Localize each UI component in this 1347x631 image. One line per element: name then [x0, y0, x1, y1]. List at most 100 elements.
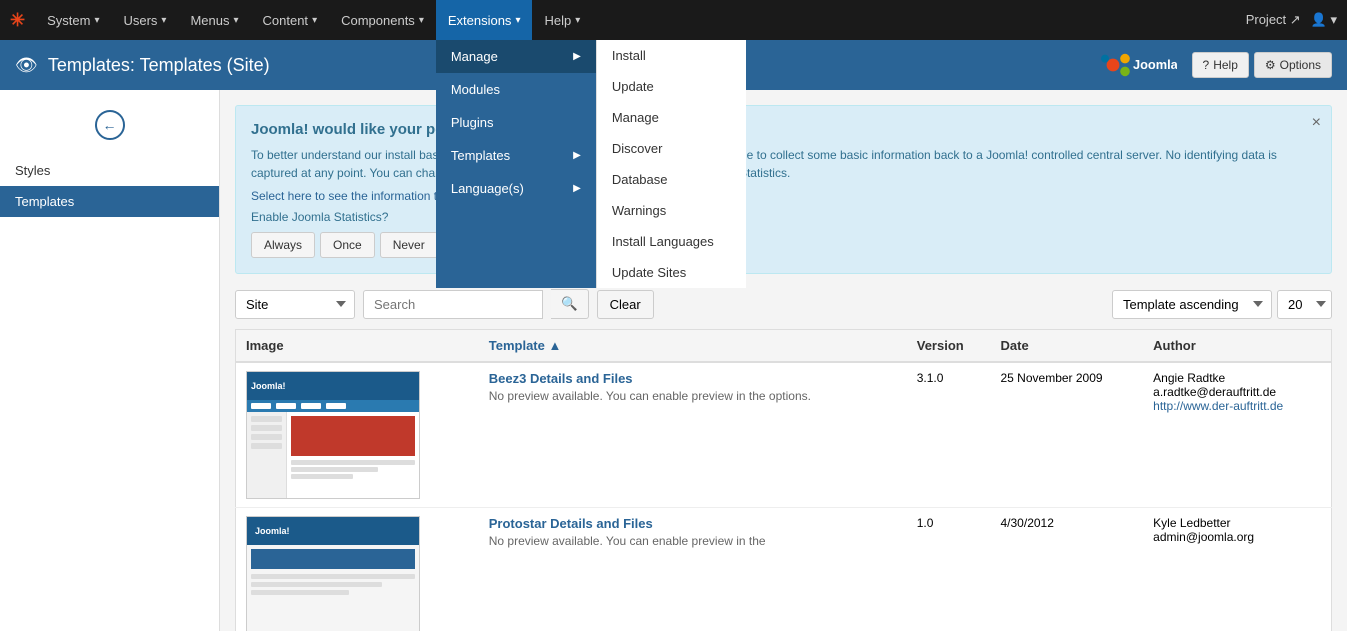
nav-users[interactable]: Users ▾ [111, 0, 178, 40]
extensions-submenu-manage: Install Update Manage Discover Database … [596, 40, 746, 288]
template-sort-link[interactable]: Template ▲ [489, 338, 562, 353]
extensions-dropdown: Manage ▶ Modules Plugins [436, 40, 746, 288]
caret-icon: ▾ [94, 15, 99, 26]
search-input[interactable] [363, 290, 543, 319]
nav-extensions-link[interactable]: Extensions ▾ [436, 0, 533, 40]
extensions-menu-languages[interactable]: Language(s) ▶ [436, 172, 596, 205]
protostar-author-cell: Kyle Ledbetter admin@joomla.org [1143, 508, 1331, 631]
col-template[interactable]: Template ▲ [479, 330, 907, 363]
protostar-author-name: Kyle Ledbetter [1153, 516, 1321, 530]
nav-system-link[interactable]: System ▾ [35, 0, 111, 40]
submenu-install-link[interactable]: Install [597, 40, 746, 71]
sidebar-item-styles[interactable]: Styles [0, 155, 219, 186]
sidebar: ← Styles Templates [0, 90, 220, 631]
table-body: Joomla! [236, 362, 1332, 631]
protostar-link[interactable]: Protostar Details and Files [489, 516, 653, 531]
header-right-area: Joomla! ? Help ⚙ Options [1097, 49, 1333, 81]
submenu-manage[interactable]: Manage [597, 102, 746, 133]
stats-notification: × Joomla! would like your permission to … [235, 105, 1332, 274]
caret-icon: ▾ [419, 15, 424, 26]
caret-icon: ▾ [233, 15, 238, 26]
extensions-menu-plugins[interactable]: Plugins [436, 106, 596, 139]
question-icon: ? [1203, 58, 1210, 72]
submenu-database[interactable]: Database [597, 164, 746, 195]
joomla-small-logo: ✳ [10, 10, 25, 31]
page-size-select[interactable]: 20 10 50 100 [1277, 290, 1332, 319]
extensions-modules-link[interactable]: Modules [436, 73, 596, 106]
options-button[interactable]: ⚙ Options [1254, 52, 1332, 78]
extensions-menu-modules[interactable]: Modules [436, 73, 596, 106]
search-button[interactable]: 🔍 [551, 289, 589, 319]
beez3-author-cell: Angie Radtke a.radtke@derauftritt.de htt… [1143, 362, 1331, 508]
always-button[interactable]: Always [251, 232, 315, 258]
beez3-author-email: a.radtke@derauftritt.de [1153, 385, 1321, 399]
nav-system[interactable]: System ▾ [35, 0, 111, 40]
user-icon[interactable]: 👤 ▾ [1311, 12, 1337, 28]
nav-content[interactable]: Content ▾ [251, 0, 330, 40]
nav-content-link[interactable]: Content ▾ [251, 0, 330, 40]
extensions-menu-templates[interactable]: Templates ▶ [436, 139, 596, 172]
nav-menus-link[interactable]: Menus ▾ [178, 0, 250, 40]
site-filter-select[interactable]: Site Administrator [235, 290, 355, 319]
submenu-manage-link[interactable]: Manage [597, 102, 746, 133]
sidebar-styles-link[interactable]: Styles [0, 155, 219, 186]
extensions-templates-link[interactable]: Templates ▶ [436, 139, 596, 172]
submenu-database-link[interactable]: Database [597, 164, 746, 195]
submenu-install-languages[interactable]: Install Languages [597, 226, 746, 257]
submenu-update-link[interactable]: Update [597, 71, 746, 102]
beez3-author-url[interactable]: http://www.der-auftritt.de [1153, 399, 1321, 413]
extensions-dropdown-col1: Manage ▶ Modules Plugins [436, 40, 596, 288]
help-button[interactable]: ? Help [1192, 52, 1249, 78]
beez3-version-cell: 3.1.0 [907, 362, 991, 508]
extensions-menu-manage[interactable]: Manage ▶ [436, 40, 596, 73]
protostar-date-cell: 4/30/2012 [991, 508, 1144, 631]
extensions-manage-link[interactable]: Manage ▶ [436, 40, 596, 73]
sort-select[interactable]: Template ascending Template descending D… [1112, 290, 1272, 319]
enable-text: Enable Joomla Statistics? [251, 210, 1316, 224]
back-button[interactable]: ← [95, 110, 125, 140]
extensions-plugins-link[interactable]: Plugins [436, 106, 596, 139]
text-line2 [291, 467, 378, 472]
sidebar-templates-link[interactable]: Templates [0, 186, 219, 217]
table-row: Joomla! [236, 362, 1332, 508]
sidebar-item2 [251, 425, 282, 431]
project-link[interactable]: Project ↗ [1246, 12, 1301, 28]
nav-help[interactable]: Help ▾ [532, 0, 592, 40]
stats-heading: Joomla! would like your permission to co… [251, 121, 1316, 138]
submenu-warnings[interactable]: Warnings [597, 195, 746, 226]
close-notification-button[interactable]: × [1312, 114, 1321, 132]
nav-extensions[interactable]: Extensions ▾ Manage ▶ [436, 0, 533, 40]
joomla-logo: Joomla! [1097, 49, 1177, 81]
clear-button[interactable]: Clear [597, 290, 654, 319]
submenu-install-languages-link[interactable]: Install Languages [597, 226, 746, 257]
once-button[interactable]: Once [320, 232, 375, 258]
sidebar-back: ← [0, 100, 219, 150]
submenu-warnings-link[interactable]: Warnings [597, 195, 746, 226]
submenu-update[interactable]: Update [597, 71, 746, 102]
submenu-update-sites-link[interactable]: Update Sites [597, 257, 746, 288]
search-icon: 🔍 [561, 296, 578, 311]
sidebar-item4 [251, 443, 282, 449]
protostar-author-email: admin@joomla.org [1153, 530, 1321, 544]
options-label: Options [1280, 58, 1321, 72]
submenu-discover-link[interactable]: Discover [597, 133, 746, 164]
protostar-logo: Joomla! [255, 526, 290, 536]
extensions-languages-link[interactable]: Language(s) ▶ [436, 172, 596, 205]
templates-table: Image Template ▲ Version Date Author [235, 329, 1332, 631]
submenu-update-sites[interactable]: Update Sites [597, 257, 746, 288]
submenu-install[interactable]: Install [597, 40, 746, 71]
nav-help-link[interactable]: Help ▾ [532, 0, 592, 40]
never-button[interactable]: Never [380, 232, 438, 258]
nav-users-link[interactable]: Users ▾ [111, 0, 178, 40]
beez3-main-area [287, 412, 419, 499]
beez3-link[interactable]: Beez3 Details and Files [489, 371, 633, 386]
nav-components-link[interactable]: Components ▾ [329, 0, 436, 40]
sort-asc-icon: ▲ [548, 338, 561, 353]
table-header: Image Template ▲ Version Date Author [236, 330, 1332, 363]
sidebar-item-templates[interactable]: Templates [0, 186, 219, 217]
nav-components[interactable]: Components ▾ [329, 0, 436, 40]
nav-menus[interactable]: Menus ▾ [178, 0, 250, 40]
text-line1 [291, 460, 415, 465]
main-menu: System ▾ Users ▾ Menus ▾ Content ▾ Compo [35, 0, 592, 40]
submenu-discover[interactable]: Discover [597, 133, 746, 164]
